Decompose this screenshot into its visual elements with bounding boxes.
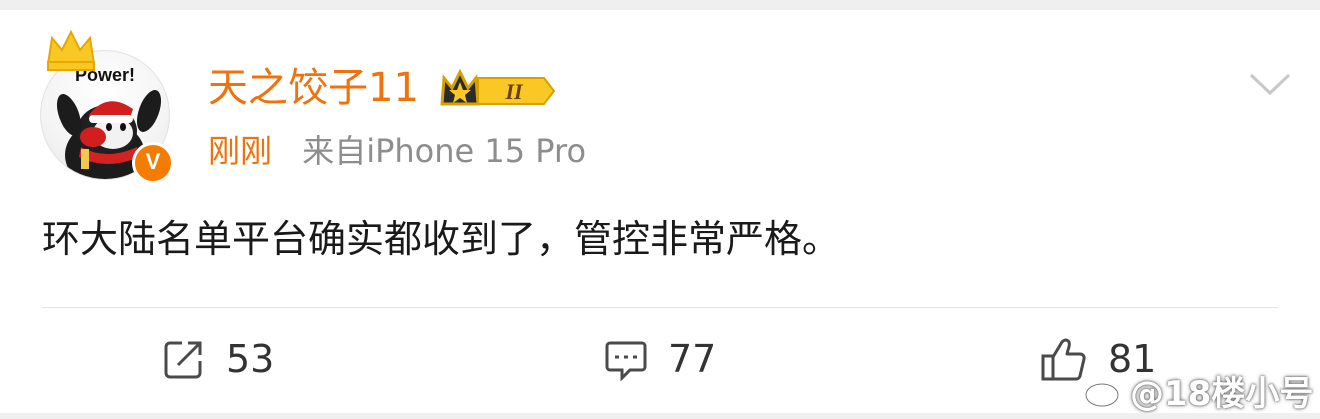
like-icon [1041,338,1086,381]
divider [42,307,1278,308]
weibo-logo-icon [1084,375,1126,407]
share-count: 53 [226,337,275,381]
author-name[interactable]: 天之饺子11 [208,62,419,114]
share-button[interactable]: 53 [162,334,274,384]
crown-icon [46,29,96,71]
share-icon [164,341,202,379]
author-avatar[interactable]: Power! V [40,29,174,184]
level-badge-icon[interactable]: II [438,66,558,108]
post-content: 环大陆名单平台确实都收到了，管控非常严格。 [42,217,841,261]
comment-icon [605,341,647,381]
post-meta: 刚刚 来自iPhone 15 Pro [208,130,586,172]
level-badge-text: II [504,79,524,104]
top-separator [0,0,1320,10]
verified-icon: V [132,142,174,184]
watermark: @18楼小号 [1084,366,1313,415]
chevron-down-icon[interactable] [1248,70,1292,98]
watermark-text: @18楼小号 [1130,374,1314,414]
post-time: 刚刚 [208,132,273,170]
post-source: 来自iPhone 15 Pro [302,132,587,170]
bottom-separator [0,413,1320,419]
comment-button[interactable]: 77 [604,334,716,384]
comment-count: 77 [668,337,717,381]
